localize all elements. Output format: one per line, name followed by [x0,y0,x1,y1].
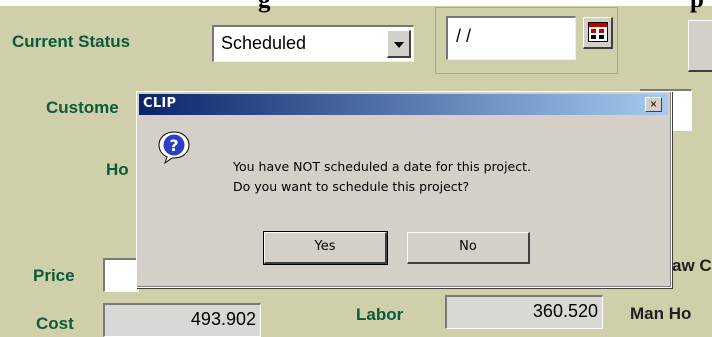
price-field[interactable] [103,258,139,292]
current-status-label: Current Status [12,32,131,51]
calendar-icon [588,22,608,42]
status-dropdown-button[interactable] [387,30,411,58]
chevron-down-icon [394,42,404,48]
dialog-titlebar[interactable]: CLIP × [139,94,668,115]
dialog-message-line1: You have NOT scheduled a date for this p… [233,159,531,174]
question-icon: ? [157,130,191,165]
no-button[interactable]: No [407,232,530,264]
right-edge-button[interactable] [688,20,712,72]
close-icon: × [649,97,657,111]
page-heading-fragment: g [258,0,271,14]
price-label: Price [33,266,75,285]
dialog-title: CLIP [143,96,177,111]
calendar-button[interactable] [583,17,613,49]
raw-cost-label: aw C [672,256,712,275]
page-heading-fragment-right: p [690,0,704,14]
close-button[interactable]: × [645,97,662,112]
top-edge [0,0,712,6]
cost-field[interactable]: 493.902 [103,303,261,337]
labor-field[interactable]: 360.520 [445,295,603,329]
confirm-dialog: CLIP × ? You have NOT scheduled a date f… [136,91,672,288]
man-hours-label: Man Ho [630,304,692,323]
dialog-message-line2: Do you want to schedule this project? [233,179,470,194]
yes-button[interactable]: Yes [263,231,388,265]
cost-label: Cost [36,314,74,333]
status-select-value: Scheduled [221,33,307,53]
status-select[interactable]: Scheduled [212,25,414,62]
labor-label: Labor [356,305,404,324]
schedule-date-value: / / [456,26,472,46]
svg-text:?: ? [169,136,178,155]
schedule-date-input[interactable]: / / [446,16,576,60]
customer-label: Custome [46,98,119,117]
ho-label: Ho [106,160,129,179]
